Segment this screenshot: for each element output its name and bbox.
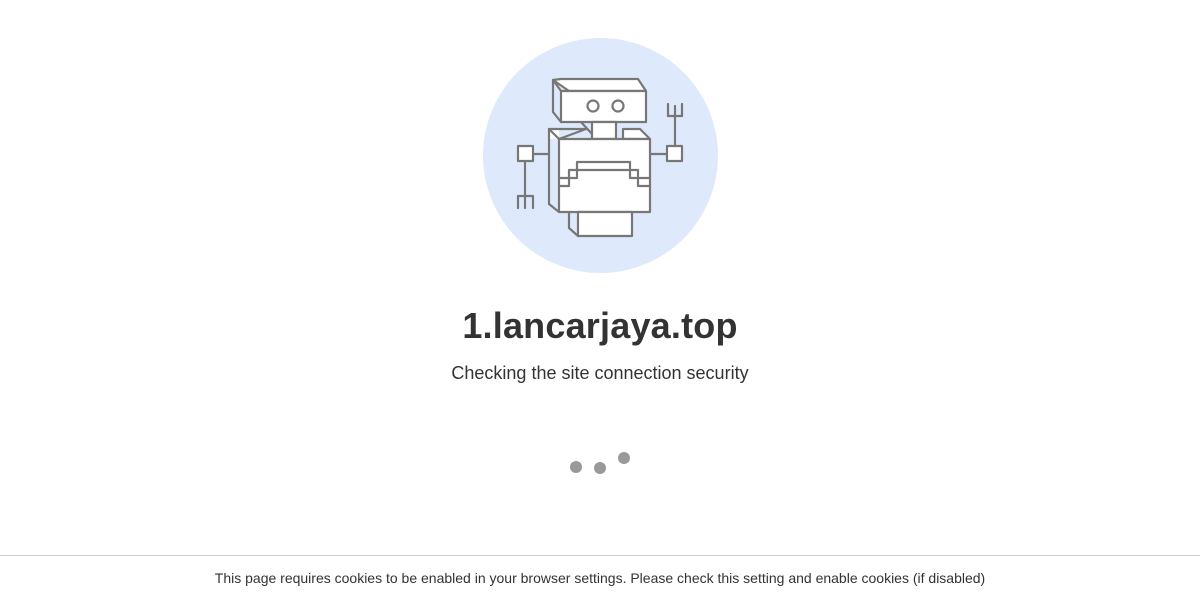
challenge-page: 1.lancarjaya.top Checking the site conne… <box>0 0 1200 600</box>
loading-dot <box>594 462 606 474</box>
robot-icon <box>516 77 684 238</box>
loading-dot <box>618 452 630 464</box>
status-message: Checking the site connection security <box>451 363 749 383</box>
robot-illustration <box>483 38 718 273</box>
loading-dot <box>570 461 582 473</box>
loading-dots-icon <box>564 450 636 476</box>
cookie-notice: This page requires cookies to be enabled… <box>214 570 986 586</box>
site-domain-title: 1.lancarjaya.top <box>462 305 738 346</box>
footer-divider <box>0 555 1200 556</box>
